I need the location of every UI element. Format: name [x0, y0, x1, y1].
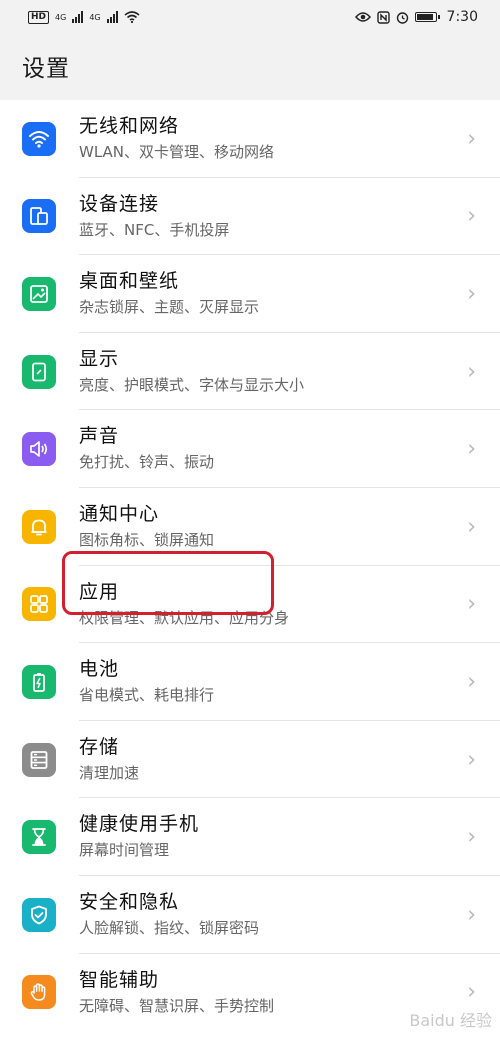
settings-item-subtitle: 人脸解锁、指纹、锁屏密码 [79, 918, 260, 937]
hourglass-icon [22, 820, 56, 855]
settings-item-title: 电池 [79, 658, 120, 681]
settings-item-hourglass[interactable]: 健康使用手机屏幕时间管理 › [0, 798, 500, 876]
chevron-right-icon: › [467, 126, 476, 152]
settings-item-subtitle: 清理加速 [79, 763, 140, 782]
network-type-2: 4G [89, 12, 101, 22]
chevron-right-icon: › [467, 824, 476, 850]
settings-list: 无线和网络 WLAN、双卡管理、移动网络 › 设备连接 蓝牙、NFC、手机投屏 › 桌面和壁… [0, 100, 500, 1039]
settings-item-text: 存储 清理加速 [79, 734, 139, 784]
hand-icon [22, 975, 56, 1010]
settings-item-title: 设备连接 [79, 192, 160, 215]
battery-icon [22, 664, 56, 699]
settings-item-text: 声音免打扰、铃声、振动 [79, 423, 214, 473]
chevron-right-icon: › [467, 281, 476, 307]
device-connect-icon [22, 199, 56, 234]
network-type-1: 4G [55, 12, 67, 22]
settings-item-text: 健康使用手机屏幕时间管理 [79, 811, 199, 861]
settings-item-text: 电池省电模式、耗电排行 [79, 656, 214, 706]
settings-item-wifi[interactable]: 无线和网络 WLAN、双卡管理、移动网络 › [0, 100, 500, 178]
settings-item-text: 通知中心图标角标、锁屏通知 [79, 501, 214, 551]
settings-item-wallpaper[interactable]: 桌面和壁纸杂志锁屏、主题、灭屏显示 › [0, 255, 500, 333]
settings-item-text: 桌面和壁纸杂志锁屏、主题、灭屏显示 [79, 268, 259, 318]
chevron-right-icon: › [467, 203, 476, 229]
storage-icon [22, 742, 56, 777]
alarm-icon [396, 11, 408, 24]
status-bar: HD 4G 4G 7:30 [0, 0, 500, 34]
chevron-right-icon: › [467, 979, 476, 1005]
page-title: 设置 [22, 56, 70, 82]
settings-item-subtitle: 蓝牙、NFC、手机投屏 [79, 220, 230, 239]
sound-icon [22, 432, 56, 467]
settings-item-subtitle: 亮度、护眼模式、字体与显示大小 [79, 375, 305, 394]
settings-item-title: 智能辅助 [79, 968, 160, 991]
battery-status-icon [414, 12, 440, 22]
settings-item-battery[interactable]: 电池省电模式、耗电排行 › [0, 643, 500, 721]
status-bar-left: HD 4G 4G [28, 10, 140, 24]
watermark: Baidu 经验 [409, 1011, 492, 1030]
settings-item-title: 健康使用手机 [79, 813, 200, 836]
settings-item-apps[interactable]: 应用权限管理、默认应用、应用分身 › [0, 566, 500, 644]
settings-item-subtitle: WLAN、双卡管理、移动网络 [79, 143, 275, 161]
settings-item-text: 设备连接蓝牙、NFC、手机投屏 [79, 191, 229, 241]
status-bar-right: 7:30 [354, 9, 478, 25]
settings-item-sound[interactable]: 声音免打扰、铃声、振动 › [0, 410, 500, 488]
wallpaper-icon [22, 276, 56, 311]
settings-item-subtitle: 免打扰、铃声、振动 [79, 453, 215, 472]
signal-icon [72, 11, 84, 23]
signal-icon [106, 11, 118, 23]
wifi-status-icon [124, 11, 140, 23]
settings-item-subtitle: 省电模式、耗电排行 [79, 686, 215, 705]
chevron-right-icon: › [467, 514, 476, 540]
clock: 7:30 [446, 9, 478, 25]
bell-icon [22, 509, 56, 544]
settings-item-text: 应用权限管理、默认应用、应用分身 [79, 579, 289, 629]
settings-item-subtitle: 无障碍、智慧识屏、手势控制 [79, 996, 275, 1015]
settings-item-text: 无线和网络 WLAN、双卡管理、移动网络 [79, 113, 274, 163]
display-icon [22, 354, 56, 389]
shield-icon [22, 897, 56, 932]
apps-icon [22, 587, 56, 622]
settings-item-title: 桌面和壁纸 [79, 270, 180, 293]
settings-item-display[interactable]: 显示亮度、护眼模式、字体与显示大小 › [0, 333, 500, 411]
chevron-right-icon: › [467, 902, 476, 928]
chevron-right-icon: › [467, 436, 476, 462]
settings-item-device-connect[interactable]: 设备连接蓝牙、NFC、手机投屏 › [0, 178, 500, 256]
settings-item-title: 无线和网络 [79, 115, 180, 137]
settings-item-shield[interactable]: 安全和隐私人脸解锁、指纹、锁屏密码 › [0, 876, 500, 954]
eye-icon [354, 12, 371, 22]
settings-item-title: 声音 [79, 425, 120, 448]
chevron-right-icon: › [467, 591, 476, 617]
settings-item-title: 存储 [79, 735, 120, 758]
settings-item-storage[interactable]: 存储清理加速 › [0, 721, 500, 799]
settings-item-title: 应用 [79, 580, 120, 603]
settings-item-subtitle: 屏幕时间管理 [79, 841, 170, 860]
settings-item-text: 智能辅助无障碍、智慧识屏、手势控制 [79, 967, 274, 1017]
settings-item-subtitle: 杂志锁屏、主题、灭屏显示 [79, 298, 260, 317]
settings-item-title: 通知中心 [79, 502, 160, 525]
chevron-right-icon: › [467, 669, 476, 695]
chevron-right-icon: › [467, 747, 476, 773]
settings-item-text: 安全和隐私人脸解锁、指纹、锁屏密码 [79, 889, 259, 939]
hd-badge: HD [28, 10, 50, 24]
settings-item-title: 安全和隐私 [79, 890, 180, 913]
settings-item-subtitle: 权限管理、默认应用、应用分身 [79, 608, 290, 627]
page-header: 设置 [0, 34, 500, 98]
settings-item-bell[interactable]: 通知中心图标角标、锁屏通知 › [0, 488, 500, 566]
nfc-icon [376, 10, 390, 24]
wifi-icon [22, 121, 56, 156]
settings-item-title: 显示 [79, 347, 120, 370]
settings-item-text: 显示亮度、护眼模式、字体与显示大小 [79, 346, 304, 396]
chevron-right-icon: › [467, 359, 476, 385]
settings-item-subtitle: 图标角标、锁屏通知 [79, 530, 215, 549]
